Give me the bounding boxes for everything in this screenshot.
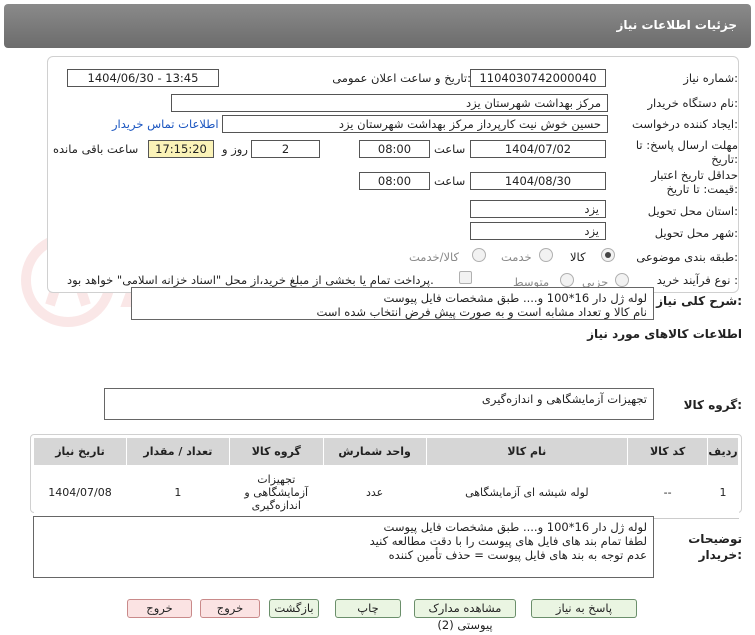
goods-group-label: گروه کالا: xyxy=(683,398,742,412)
announce-field: 1404/06/30 - 13:45 xyxy=(67,69,219,87)
process-radio-minor[interactable] xyxy=(615,273,629,287)
goods-group-value: تجهیزات آزمایشگاهی و اندازه‌گیری xyxy=(481,392,647,406)
category-option-service: خدمت xyxy=(501,250,532,264)
buyer-notes-line-3: عدم توجه به بند های فایل پیوست = حذف تأم… xyxy=(388,548,647,562)
page-title: جزئیات اطلاعات نیاز xyxy=(616,18,737,32)
col-item-name: نام کالا xyxy=(425,437,629,466)
validity-label: حداقل تاریخ اعتبار قیمت: تا تاریخ: xyxy=(651,168,738,196)
validity-date-field: 1404/08/30 xyxy=(470,172,606,190)
buyer-notes-line-2: لطفا تمام بند های فایل های پیوست را با د… xyxy=(369,534,647,548)
province-label: استان محل تحویل: xyxy=(647,204,738,218)
col-row-number: ردیف xyxy=(707,437,739,466)
items-table: ردیف کد کالا نام کالا واحد شمارش گروه کا… xyxy=(33,437,739,519)
city-label: شهر محل تحویل: xyxy=(654,226,738,240)
category-option-goods: کالا xyxy=(570,250,586,264)
attachments-button[interactable]: مشاهده مدارک پیوستی (2) xyxy=(414,599,516,632)
back-button[interactable]: بازگشت xyxy=(269,599,319,618)
col-goods-group: گروه کالا xyxy=(228,437,324,466)
deadline-time-field: 08:00 xyxy=(359,140,430,158)
days-label: روز و xyxy=(222,142,248,156)
creator-label: ایجاد کننده درخواست: xyxy=(632,117,738,131)
creator-field: حسین خوش نیت کارپرداز مرکز بهداشت شهرستا… xyxy=(222,115,608,133)
table-header-row: ردیف کد کالا نام کالا واحد شمارش گروه کا… xyxy=(33,437,739,466)
payment-note: پرداخت تمام یا بخشی از مبلغ خرید،از محل … xyxy=(67,273,434,287)
cell-item-name: لوله شیشه ای آزمایشگاهی xyxy=(426,465,628,519)
close-button[interactable]: خروج xyxy=(127,599,192,618)
print-button[interactable]: چاپ xyxy=(335,599,401,618)
need-number-label: شماره نیاز: xyxy=(683,71,738,85)
process-radio-medium[interactable] xyxy=(560,273,574,287)
remaining-label: ساعت باقی مانده xyxy=(53,142,139,156)
category-radio-goods-service[interactable] xyxy=(472,248,486,262)
deadline-label: مهلت ارسال پاسخ: تا تاریخ: xyxy=(635,138,738,166)
category-radio-goods[interactable] xyxy=(601,248,615,262)
cell-quantity: 1 xyxy=(126,465,230,519)
buyer-notes-label: توضیحات خریدار: xyxy=(688,532,742,562)
col-need-date: تاریخ نیاز xyxy=(33,437,127,466)
buyer-contact-link[interactable]: اطلاعات تماس خریدار xyxy=(112,117,219,131)
buyer-label: نام دستگاه خریدار: xyxy=(647,96,738,110)
cell-goods-group: تجهیزات آزمایشگاهی و اندازه‌گیری xyxy=(229,465,324,519)
description-line-2: نام کالا و تعداد مشابه است و به صورت پیش… xyxy=(316,305,647,319)
announce-label: تاریخ و ساعت اعلان عمومی: xyxy=(332,71,471,85)
description-textarea: لوله ژل دار 16*100 و.... طبق مشخصات فایل… xyxy=(131,287,654,320)
validity-time-field: 08:00 xyxy=(359,172,430,190)
treasury-checkbox[interactable] xyxy=(459,271,472,284)
cell-unit: عدد xyxy=(323,465,427,519)
deadline-date-field: 1404/07/02 xyxy=(470,140,606,158)
cell-row-number: 1 xyxy=(707,465,739,519)
process-label: نوع فرآیند خرید : xyxy=(656,273,738,287)
validity-time-label: ساعت xyxy=(434,174,466,188)
table-row: 1 -- لوله شیشه ای آزمایشگاهی عدد تجهیزات… xyxy=(33,465,739,519)
category-radio-service[interactable] xyxy=(539,248,553,262)
need-number-field: 1104030742000040 xyxy=(470,69,606,87)
description-line-1: لوله ژل دار 16*100 و.... طبق مشخصات فایل… xyxy=(383,291,647,305)
cell-need-date: 1404/07/08 xyxy=(33,465,127,519)
page-header: جزئیات اطلاعات نیاز xyxy=(4,4,751,48)
days-remaining-field: 2 xyxy=(251,140,320,158)
description-label: شرح کلی نیاز: xyxy=(656,294,742,308)
remaining-time-field: 17:15:20 xyxy=(148,140,214,158)
goods-section-title: اطلاعات کالاهای مورد نیاز xyxy=(587,327,742,341)
category-option-goods-service: کالا/خدمت xyxy=(409,250,460,264)
deadline-time-label: ساعت xyxy=(434,142,466,156)
col-quantity: تعداد / مقدار xyxy=(126,437,230,466)
goods-group-textarea: تجهیزات آزمایشگاهی و اندازه‌گیری xyxy=(104,388,654,420)
province-field: یزد xyxy=(470,200,606,218)
cell-item-code: -- xyxy=(627,465,708,519)
col-item-code: کد کالا xyxy=(627,437,709,466)
buyer-field: مرکز بهداشت شهرستان یزد xyxy=(171,94,608,112)
category-label: طبقه بندی موضوعی: xyxy=(636,250,738,264)
buyer-notes-line-1: لوله ژل دار 16*100 و.... طبق مشخصات فایل… xyxy=(383,520,647,534)
exit-button[interactable]: خروج xyxy=(200,599,260,618)
col-unit: واحد شمارش xyxy=(322,437,427,466)
reply-button[interactable]: پاسخ به نیاز xyxy=(531,599,637,618)
buyer-notes-textarea: لوله ژل دار 16*100 و.... طبق مشخصات فایل… xyxy=(33,516,654,578)
city-field: یزد xyxy=(470,222,606,240)
